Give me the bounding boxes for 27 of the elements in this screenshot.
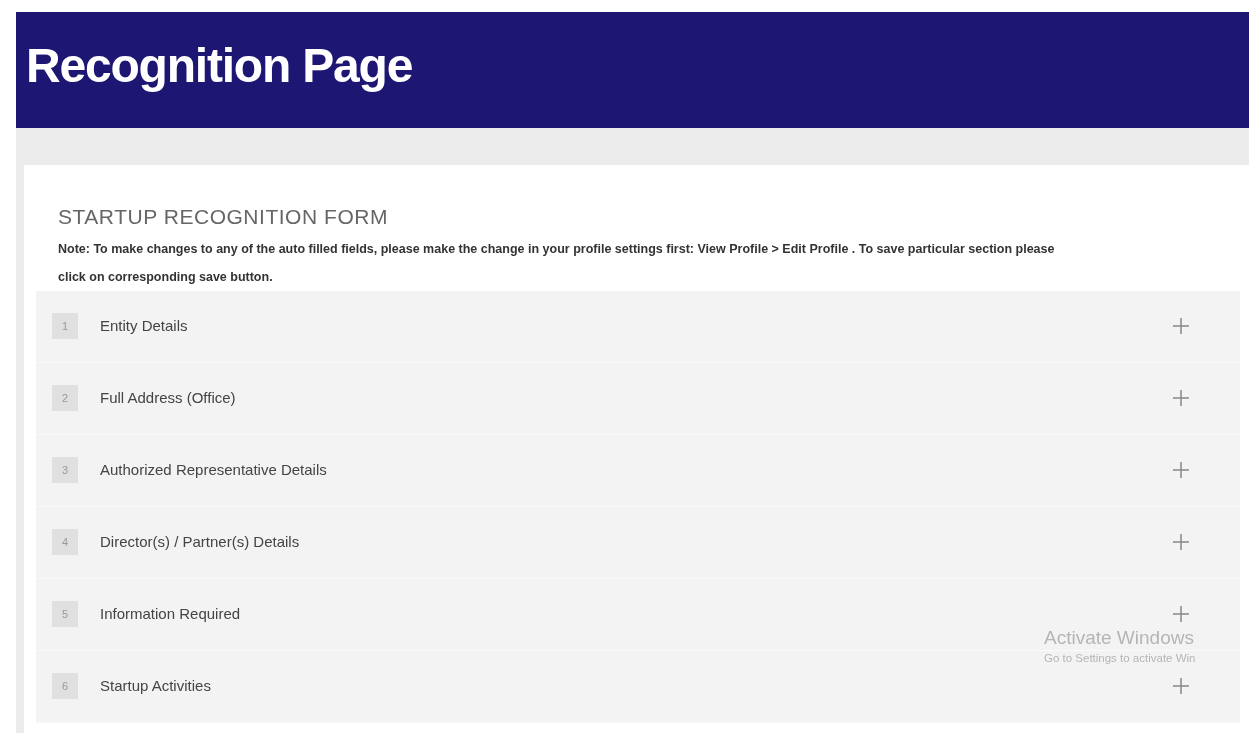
plus-icon[interactable] xyxy=(1172,389,1190,407)
plus-icon[interactable] xyxy=(1172,605,1190,623)
accordion-header[interactable]: 3 Authorized Representative Details xyxy=(36,434,1240,507)
plus-icon[interactable] xyxy=(1172,533,1190,551)
section-label: Director(s) / Partner(s) Details xyxy=(100,531,300,552)
section-number: 2 xyxy=(52,385,78,411)
section-number: 4 xyxy=(52,529,78,555)
section-number: 5 xyxy=(52,601,78,627)
section-label: Entity Details xyxy=(100,315,188,336)
plus-icon[interactable] xyxy=(1172,317,1190,335)
section-label: Full Address (Office) xyxy=(100,387,236,408)
section-number: 3 xyxy=(52,457,78,483)
form-title: STARTUP RECOGNITION FORM xyxy=(58,204,389,230)
plus-icon[interactable] xyxy=(1172,677,1190,695)
section-label: Authorized Representative Details xyxy=(100,459,327,480)
activation-title: Activate Windows xyxy=(1044,627,1194,649)
page-title: Recognition Page xyxy=(26,38,413,94)
section-label: Startup Activities xyxy=(100,675,211,696)
accordion-header[interactable]: 1 Entity Details xyxy=(36,290,1240,363)
accordion-header[interactable]: 2 Full Address (Office) xyxy=(36,362,1240,435)
section-label: Information Required xyxy=(100,603,241,624)
form-note: Note: To make changes to any of the auto filled fields, please make the change in your profile settings first: View Profile > Edit Profile . To save particular section please click on corresponding save button. xyxy=(58,240,1056,286)
accordion-header[interactable]: 4 Director(s) / Partner(s) Details xyxy=(36,506,1240,579)
activation-message: Go to Settings to activate Win xyxy=(1044,651,1196,666)
section-number: 6 xyxy=(52,673,78,699)
plus-icon[interactable] xyxy=(1172,461,1190,479)
section-number: 1 xyxy=(52,313,78,339)
